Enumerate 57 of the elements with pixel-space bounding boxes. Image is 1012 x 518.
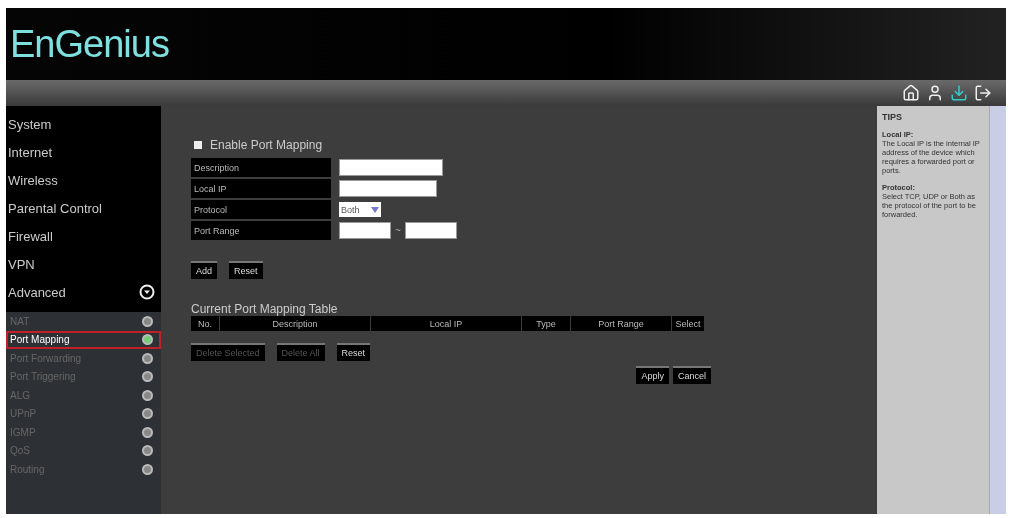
submenu-label: Port Mapping: [10, 334, 70, 346]
form-button[interactable]: Add: [191, 260, 217, 279]
tips-title: TIPS: [882, 112, 903, 122]
status-dot-icon: [142, 334, 153, 346]
column-header: Port Range: [571, 316, 671, 331]
form-button[interactable]: Reset: [229, 260, 263, 279]
text-field[interactable]: [339, 180, 437, 197]
port-start-field[interactable]: [339, 222, 391, 239]
sidebar-item[interactable]: Parental Control: [6, 194, 161, 222]
table-button[interactable]: Reset: [336, 342, 371, 361]
download-icon[interactable]: [950, 84, 968, 102]
submenu-label: Routing: [10, 463, 45, 475]
status-dot-icon: [142, 408, 153, 420]
text-field[interactable]: [339, 159, 443, 176]
dropdown-caret-icon: [371, 206, 379, 213]
column-header: Description: [220, 316, 370, 331]
sidebar-item[interactable]: Firewall: [6, 222, 161, 250]
enable-label: Enable Port Mapping: [210, 137, 323, 152]
column-header: Local IP: [371, 316, 521, 331]
submenu-label: IGMP: [10, 426, 36, 438]
status-dot-icon: [142, 352, 153, 364]
brand-logo: EnGenius: [10, 22, 169, 66]
status-dot-icon: [142, 463, 153, 475]
logout-icon[interactable]: [974, 84, 992, 102]
field-label: Protocol: [191, 200, 331, 219]
protocol-select[interactable]: Both: [339, 202, 381, 217]
sidebar-item[interactable]: VPN: [6, 250, 161, 278]
column-header: Select: [672, 316, 704, 331]
scrollbar[interactable]: [989, 106, 1006, 514]
table-title: Current Port Mapping Table: [191, 302, 339, 316]
action-button[interactable]: Cancel: [673, 365, 711, 384]
field-label: Description: [191, 158, 331, 177]
range-separator: ~: [395, 225, 401, 236]
sidebar-item[interactable]: Wireless: [6, 166, 161, 194]
status-dot-icon: [142, 389, 153, 401]
sidebar-item-label: Advanced: [8, 284, 66, 300]
sidebar-item[interactable]: Internet: [6, 138, 161, 166]
action-button[interactable]: Apply: [636, 365, 669, 384]
sidebar-item[interactable]: Advanced: [6, 278, 161, 306]
status-dot-icon: [142, 445, 153, 457]
field-label: Local IP: [191, 179, 331, 198]
port-end-field[interactable]: [404, 222, 457, 239]
status-dot-icon: [142, 371, 153, 383]
status-dot-icon: [142, 426, 153, 438]
submenu-label: NAT: [10, 315, 30, 327]
field-label: Port Range: [191, 221, 331, 240]
submenu-label: Port Forwarding: [10, 352, 82, 364]
enable-checkbox[interactable]: [194, 140, 202, 149]
home-icon[interactable]: [902, 84, 920, 102]
column-header: No.: [191, 316, 219, 331]
column-header: Type: [522, 316, 570, 331]
sidebar-item[interactable]: System: [6, 110, 161, 138]
user-icon[interactable]: [926, 84, 944, 102]
status-dot-icon: [142, 315, 153, 327]
submenu-label: ALG: [10, 389, 30, 401]
submenu-item[interactable]: Port Mapping: [6, 330, 161, 349]
submenu-label: UPnP: [10, 408, 37, 420]
